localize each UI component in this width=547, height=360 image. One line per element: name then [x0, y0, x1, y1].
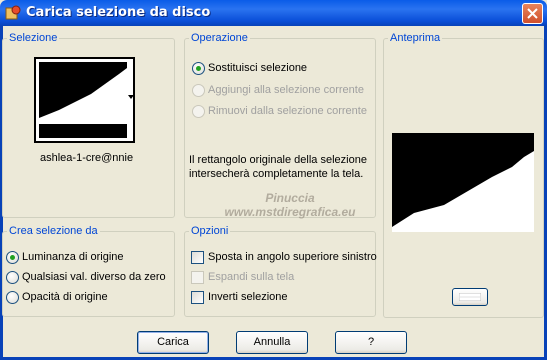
invert-selection-label[interactable]: Inverti selezione — [208, 291, 288, 303]
selection-file-name: ashlea-1-cre@nnie — [40, 152, 134, 164]
expand-canvas-checkbox[interactable] — [191, 271, 204, 284]
any-nonzero-radio[interactable] — [6, 271, 19, 284]
load-button[interactable]: Carica — [137, 331, 209, 354]
move-top-left-checkbox[interactable] — [191, 251, 204, 264]
options-group-label: Opzioni — [189, 225, 231, 237]
add-selection-label: Aggiungi alla selezione corrente — [208, 84, 364, 96]
watermark-line2: www.mstdiregrafica.eu — [224, 205, 356, 219]
cancel-button[interactable]: Annulla — [236, 331, 308, 354]
replace-selection-label[interactable]: Sostituisci selezione — [208, 62, 307, 74]
thumbnail-image — [39, 62, 127, 138]
selection-group-label: Selezione — [7, 32, 60, 44]
expand-canvas-label: Espandi sulla tela — [208, 271, 295, 283]
help-button[interactable]: ? — [335, 331, 407, 354]
selection-thumbnail[interactable] — [34, 57, 135, 143]
close-icon — [527, 8, 538, 19]
create-from-group-label: Crea selezione da — [7, 225, 100, 237]
source-luminance-radio[interactable] — [6, 251, 19, 264]
any-nonzero-label[interactable]: Qualsiasi val. diverso da zero — [22, 271, 166, 283]
operation-group-label: Operazione — [189, 32, 250, 44]
preview-pattern-icon — [458, 292, 482, 302]
preview-toggle-button[interactable] — [452, 288, 488, 306]
operation-info-line2: intersecherà completamente la tela. — [189, 168, 364, 180]
close-button[interactable] — [522, 3, 543, 24]
replace-selection-radio[interactable] — [192, 62, 205, 75]
remove-selection-label: Rimuovi dalla selezione corrente — [208, 105, 367, 117]
watermark-line1: Pinuccia — [265, 191, 315, 205]
source-opacity-label[interactable]: Opacità di origine — [22, 291, 108, 303]
remove-selection-radio[interactable] — [192, 105, 205, 118]
source-luminance-label[interactable]: Luminanza di origine — [22, 251, 124, 263]
invert-selection-checkbox[interactable] — [191, 291, 204, 304]
app-icon — [5, 5, 21, 20]
title-bar[interactable]: Carica selezione da disco — [0, 0, 547, 26]
preview-graphic — [392, 133, 534, 232]
preview-image — [392, 133, 534, 232]
add-selection-radio[interactable] — [192, 84, 205, 97]
source-opacity-radio[interactable] — [6, 291, 19, 304]
preview-group-label: Anteprima — [388, 32, 443, 44]
operation-info-line1: Il rettangolo originale della selezione — [189, 154, 367, 166]
dropdown-arrow-icon — [128, 95, 134, 99]
move-top-left-label[interactable]: Sposta in angolo superiore sinistro — [208, 251, 377, 263]
window-title: Carica selezione da disco — [26, 5, 211, 20]
watermark: Pinuccia www.mstdiregrafica.eu — [190, 191, 390, 219]
